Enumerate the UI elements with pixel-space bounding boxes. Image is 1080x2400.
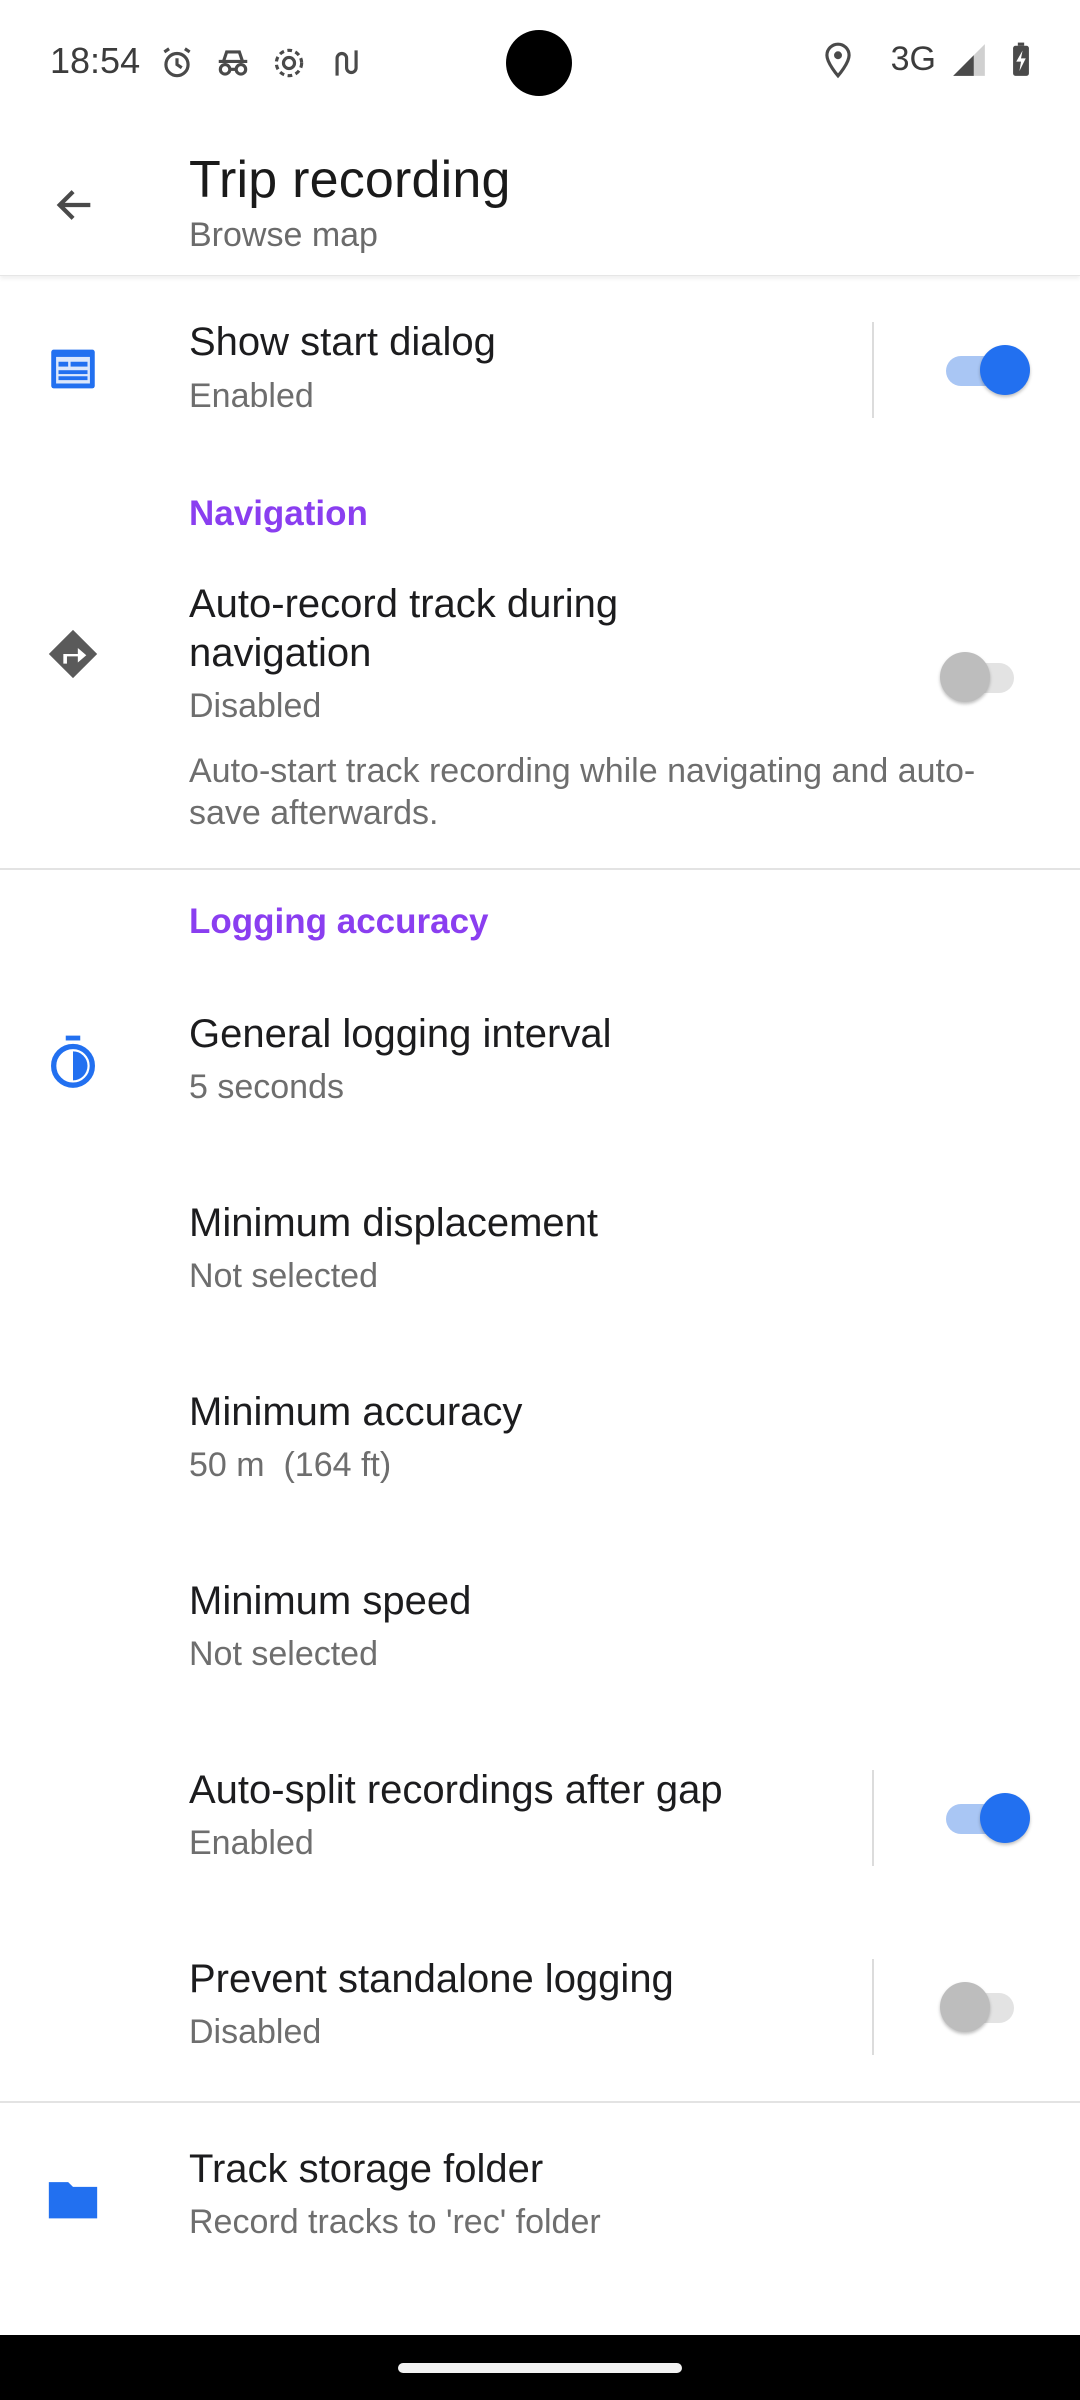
setting-state: Enabled	[189, 377, 314, 415]
settings-icon	[274, 48, 304, 78]
setting-auto-split[interactable]: Auto-split recordings after gap Enabled	[0, 1724, 1080, 1908]
setting-title: Prevent standalone logging	[189, 1957, 674, 2001]
setting-title: General logging interval	[189, 1012, 612, 1056]
divider-vertical	[872, 1770, 874, 1866]
setting-value: Not selected	[189, 1257, 378, 1295]
home-indicator[interactable]	[398, 2363, 682, 2373]
toggle-thumb	[940, 1982, 990, 2032]
status-icons-left	[158, 44, 364, 82]
arrow-back-icon	[56, 190, 91, 220]
divider-vertical	[872, 322, 874, 418]
prevent-standalone-toggle[interactable]	[940, 1982, 1020, 2032]
setting-description: Auto-start track recording while navigat…	[189, 752, 976, 832]
battery-charging-icon	[1013, 42, 1029, 76]
toggle-thumb	[980, 345, 1030, 395]
setting-title: Minimum displacement	[189, 1201, 599, 1245]
setting-value: 5 seconds	[189, 1068, 344, 1106]
setting-state: Enabled	[189, 1824, 314, 1862]
section-header-logging-accuracy: Logging accuracy	[189, 902, 489, 941]
network-type: 3G	[890, 40, 936, 78]
setting-title: Track storage folder	[189, 2147, 544, 2191]
timer-icon	[42, 1030, 104, 1092]
setting-general-logging-interval[interactable]: General logging interval 5 seconds	[0, 968, 1080, 1152]
incognito-icon	[218, 50, 248, 76]
dialog-icon	[42, 338, 104, 400]
divider-vertical	[872, 1959, 874, 2055]
toggle-thumb	[980, 1793, 1030, 1843]
setting-state: Disabled	[189, 687, 322, 725]
auto-record-toggle[interactable]	[940, 652, 1020, 702]
alarm-icon	[163, 47, 191, 78]
setting-title: Auto-split recordings after gap	[189, 1768, 723, 1812]
show-start-dialog-toggle[interactable]	[940, 345, 1030, 395]
section-header-navigation: Navigation	[189, 494, 368, 533]
screen: 18:54 3G Trip recording Browse map Show …	[0, 0, 1080, 2400]
turn-right-icon	[42, 623, 104, 685]
setting-value: Record tracks to 'rec' folder	[189, 2203, 601, 2241]
setting-title: Show start dialog	[189, 320, 496, 364]
usb-icon	[335, 50, 358, 76]
toggle-thumb	[940, 652, 990, 702]
location-icon	[824, 42, 851, 78]
setting-value: 50 m (164 ft)	[189, 1446, 392, 1484]
setting-title: Minimum speed	[189, 1579, 472, 1623]
page-subtitle: Browse map	[189, 216, 378, 254]
setting-auto-record[interactable]: Auto-record track during navigation Disa…	[0, 560, 1080, 870]
setting-minimum-speed[interactable]: Minimum speed Not selected	[0, 1535, 1080, 1719]
setting-title: Auto-record track during navigation	[189, 582, 619, 675]
setting-value: Not selected	[189, 1635, 378, 1673]
page-title: Trip recording	[189, 151, 511, 209]
back-button[interactable]	[40, 170, 110, 240]
auto-split-toggle[interactable]	[940, 1793, 1030, 1843]
folder-icon	[42, 2168, 104, 2230]
system-navigation-bar	[0, 2335, 1080, 2400]
section-divider	[0, 868, 1080, 870]
setting-minimum-displacement[interactable]: Minimum displacement Not selected	[0, 1157, 1080, 1341]
status-time: 18:54	[50, 40, 141, 81]
setting-minimum-accuracy[interactable]: Minimum accuracy 50 m (164 ft)	[0, 1346, 1080, 1530]
app-bar: Trip recording Browse map	[0, 130, 1080, 276]
setting-title: Minimum accuracy	[189, 1390, 523, 1434]
signal-icon	[953, 43, 985, 76]
camera-cutout	[506, 30, 572, 96]
setting-show-start-dialog[interactable]: Show start dialog Enabled	[0, 278, 1080, 462]
setting-prevent-standalone-logging[interactable]: Prevent standalone logging Disabled	[0, 1913, 1080, 2097]
setting-state: Disabled	[189, 2013, 322, 2051]
status-bar: 18:54 3G	[0, 0, 1080, 130]
setting-track-storage-folder[interactable]: Track storage folder Record tracks to 'r…	[0, 2103, 1080, 2293]
status-icons-right: 3G	[819, 40, 1040, 79]
